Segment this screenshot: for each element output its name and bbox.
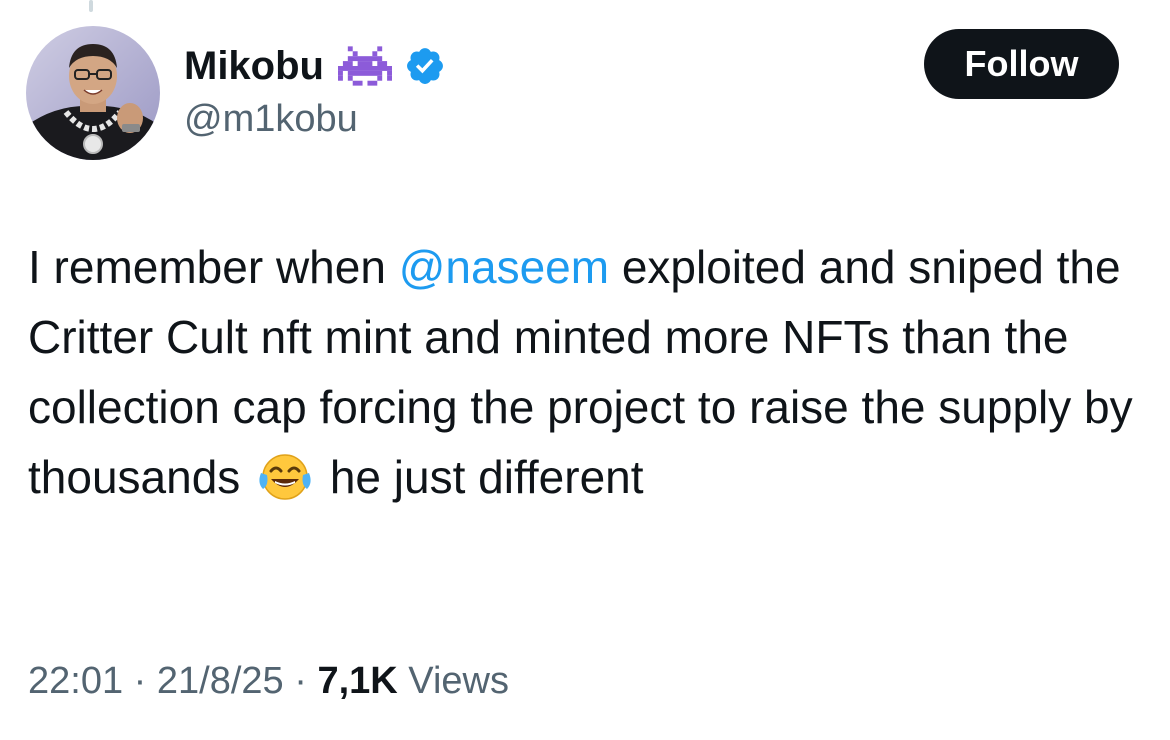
tweet-text-part-1: I remember when [28, 241, 399, 293]
tweet-view: Mikobu @m1kobu Follow I remember when @n… [0, 0, 1170, 740]
thread-connector-line [89, 0, 93, 12]
face-with-tears-of-joy-icon [257, 451, 313, 503]
tweet-date[interactable]: 21/8/25 [157, 660, 284, 702]
avatar[interactable] [26, 26, 160, 160]
author-display-name[interactable]: Mikobu [184, 44, 324, 89]
space-invader-icon [337, 46, 392, 86]
tweet-time[interactable]: 22:01 [28, 660, 123, 702]
meta-separator: · [133, 660, 147, 702]
tweet-text-part-3: he just different [329, 451, 644, 503]
author-handle[interactable]: @m1kobu [184, 98, 358, 141]
author-name-row: Mikobu [184, 42, 446, 90]
views-count: 7,1K [317, 660, 398, 702]
views-label: Views [408, 660, 509, 702]
verified-badge-icon[interactable] [404, 45, 446, 87]
tweet-text: I remember when @naseem exploited and sn… [28, 232, 1138, 512]
tweet-meta-row: 22:01 · 21/8/25 · 7,1K Views [28, 660, 509, 703]
follow-button[interactable]: Follow [924, 29, 1119, 99]
meta-separator: · [294, 660, 307, 702]
mention-link[interactable]: @naseem [399, 241, 609, 293]
